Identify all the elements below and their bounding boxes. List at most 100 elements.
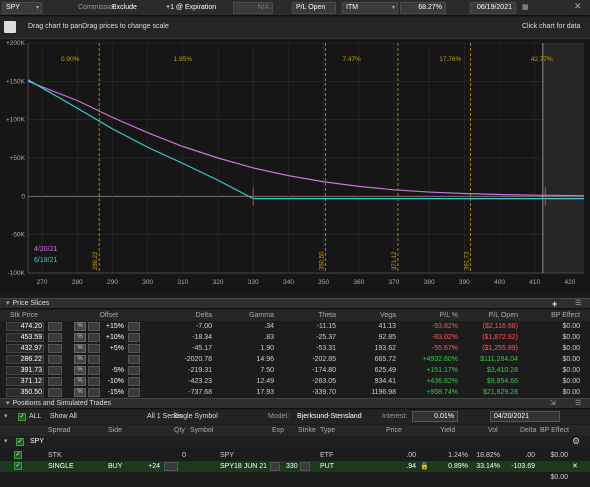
percent-toggle[interactable]: %	[74, 344, 86, 353]
close-icon[interactable]: ✕	[572, 461, 578, 472]
percent-toggle[interactable]: %	[74, 388, 86, 397]
positions-header[interactable]: ▾ Positions and Simulated Trades ⇲ ☰	[0, 398, 590, 409]
row-checkbox[interactable]: ✓	[14, 462, 22, 470]
collapse-icon[interactable]: ▾	[6, 300, 10, 307]
offset-stepper[interactable]	[88, 388, 100, 397]
itm-dropdown[interactable]: ITM ▾	[342, 2, 398, 14]
chevron-down-icon[interactable]: ▾	[4, 411, 8, 422]
qty-stepper[interactable]	[164, 462, 178, 471]
commission-dropdown[interactable]: Exclude	[112, 3, 137, 13]
offset-stepper[interactable]	[88, 355, 100, 364]
column-header[interactable]: Symbol	[190, 425, 213, 436]
offset-cell[interactable]: +15%	[104, 321, 124, 332]
show-all-dropdown[interactable]: Show All	[50, 411, 77, 422]
close-icon[interactable]: ✕	[574, 1, 582, 11]
chevron-down-icon[interactable]: ▾	[4, 436, 8, 447]
collapse-icon[interactable]: ▾	[6, 400, 10, 407]
column-header[interactable]: BP Effect	[520, 310, 580, 321]
price-slices-header[interactable]: ▾ Price Slices + ☰	[0, 298, 590, 309]
symbol-field[interactable]: SPY ▾	[2, 2, 42, 14]
column-header[interactable]: Qty	[174, 425, 185, 436]
percent-toggle[interactable]: %	[74, 355, 86, 364]
offset-cell[interactable]: -10%	[104, 376, 124, 387]
offset-cell[interactable]: -5%	[104, 365, 124, 376]
percent-toggle[interactable]: %	[74, 366, 86, 375]
offset-cell[interactable]: +5%	[104, 343, 124, 354]
stk-price-cell[interactable]: 474.20	[4, 321, 42, 332]
offset-spinner[interactable]	[128, 388, 140, 397]
price-stepper[interactable]	[48, 388, 62, 397]
offset-spinner[interactable]	[128, 344, 140, 353]
table-row[interactable]: 453.59% +10% -18.34 .83 -25.37 92.85 -83.02% ($…	[0, 332, 590, 343]
scroll-icon[interactable]: ⇲	[550, 399, 556, 409]
percent-toggle[interactable]: %	[74, 333, 86, 342]
qty-cell[interactable]: +24	[140, 461, 160, 472]
column-header[interactable]: Theta	[276, 310, 336, 321]
offset-spinner[interactable]	[128, 333, 140, 342]
risk-profile-svg[interactable]: +200K +150K +100K +50K 0 -50K -100K 270 280 290 30…	[0, 39, 590, 295]
chart-settings-icon[interactable]	[4, 21, 16, 33]
row-checkbox[interactable]: ✓	[14, 451, 22, 459]
type-cell[interactable]: PUT	[320, 461, 334, 472]
column-header[interactable]: Delta	[152, 310, 212, 321]
column-header[interactable]: Type	[320, 425, 335, 436]
column-header[interactable]: Delta	[520, 425, 536, 436]
model-date-field[interactable]: 04/20/2021	[490, 411, 560, 422]
percent-toggle[interactable]: %	[74, 377, 86, 386]
menu-icon[interactable]: ☰	[575, 299, 581, 309]
price-stepper[interactable]	[48, 344, 62, 353]
column-header[interactable]: Side	[108, 425, 122, 436]
offset-cell[interactable]: -15%	[104, 387, 124, 398]
stk-price-cell[interactable]: 371.12	[4, 376, 42, 387]
offset-stepper[interactable]	[88, 322, 100, 331]
table-row[interactable]: 474.20% +15% -7.00 .34 -11.15 41.13 -93.82% ($2…	[0, 321, 590, 332]
column-header[interactable]: Spread	[48, 425, 71, 436]
price-stepper[interactable]	[48, 322, 62, 331]
offset-spinner[interactable]	[128, 355, 140, 364]
side-cell[interactable]: BUY	[108, 461, 122, 472]
all-checkbox[interactable]: ✓	[18, 413, 26, 421]
table-row[interactable]: 432.97% +5% -45.17 1.90 -53.31 193.62 -55.67% (…	[0, 343, 590, 354]
stk-price-cell[interactable]: 350.50	[4, 387, 42, 398]
table-row[interactable]: 391.73% -5% -219.31 7.50 -174.80 625.49 +151.1…	[0, 365, 590, 376]
group-checkbox[interactable]: ✓	[16, 438, 24, 446]
percent-toggle[interactable]: %	[74, 322, 86, 331]
column-header[interactable]: Vol	[488, 425, 498, 436]
add-slice-icon[interactable]: +	[552, 299, 557, 309]
column-header[interactable]: BP Effect	[540, 425, 569, 436]
column-header[interactable]: Gamma	[214, 310, 274, 321]
column-header[interactable]: Yield	[440, 425, 455, 436]
expiration-mode-dropdown[interactable]: +1 @ Expiration	[166, 3, 216, 13]
column-header[interactable]: P/L %	[398, 310, 458, 321]
column-header[interactable]: Stk Price	[10, 310, 38, 321]
price-stepper[interactable]	[48, 377, 62, 386]
date-field[interactable]: 06/19/2021	[470, 2, 516, 14]
column-header[interactable]: Exp	[272, 425, 284, 436]
stk-price-cell[interactable]: 453.59	[4, 332, 42, 343]
stk-price-cell[interactable]: 286.22	[4, 354, 42, 365]
offset-stepper[interactable]	[88, 366, 100, 375]
table-row[interactable]: 371.12% -10% -423.23 12.49 -263.05 934.41 +436…	[0, 376, 590, 387]
price-stepper[interactable]	[48, 333, 62, 342]
offset-stepper[interactable]	[88, 344, 100, 353]
gear-icon[interactable]: ⚙	[572, 436, 580, 447]
pl-mode-dropdown[interactable]: P/L Open	[292, 2, 336, 14]
strike-stepper[interactable]	[300, 462, 310, 471]
probability-field[interactable]: 68.27%	[400, 2, 446, 14]
exp-cell[interactable]: 18 JUN 21	[234, 461, 267, 472]
offset-cell[interactable]: +10%	[104, 332, 124, 343]
table-row[interactable]: 286.22% -2020.78 14.96 -202.85 665.72 +4932.8…	[0, 354, 590, 365]
price-stepper[interactable]	[48, 366, 62, 375]
offset-stepper[interactable]	[88, 333, 100, 342]
offset-stepper[interactable]	[88, 377, 100, 386]
offset-spinner[interactable]	[128, 366, 140, 375]
column-header[interactable]: Strike	[298, 425, 316, 436]
offset-spinner[interactable]	[128, 377, 140, 386]
price-stepper[interactable]	[48, 355, 62, 364]
group-row-spy[interactable]: ▾ ✓ SPY ⚙	[0, 436, 590, 448]
stk-price-cell[interactable]: 432.97	[4, 343, 42, 354]
interest-field[interactable]: 0.01%	[412, 411, 458, 422]
exp-stepper[interactable]	[270, 462, 280, 471]
menu-icon[interactable]: ☰	[575, 399, 581, 409]
column-header[interactable]: Price	[386, 425, 402, 436]
